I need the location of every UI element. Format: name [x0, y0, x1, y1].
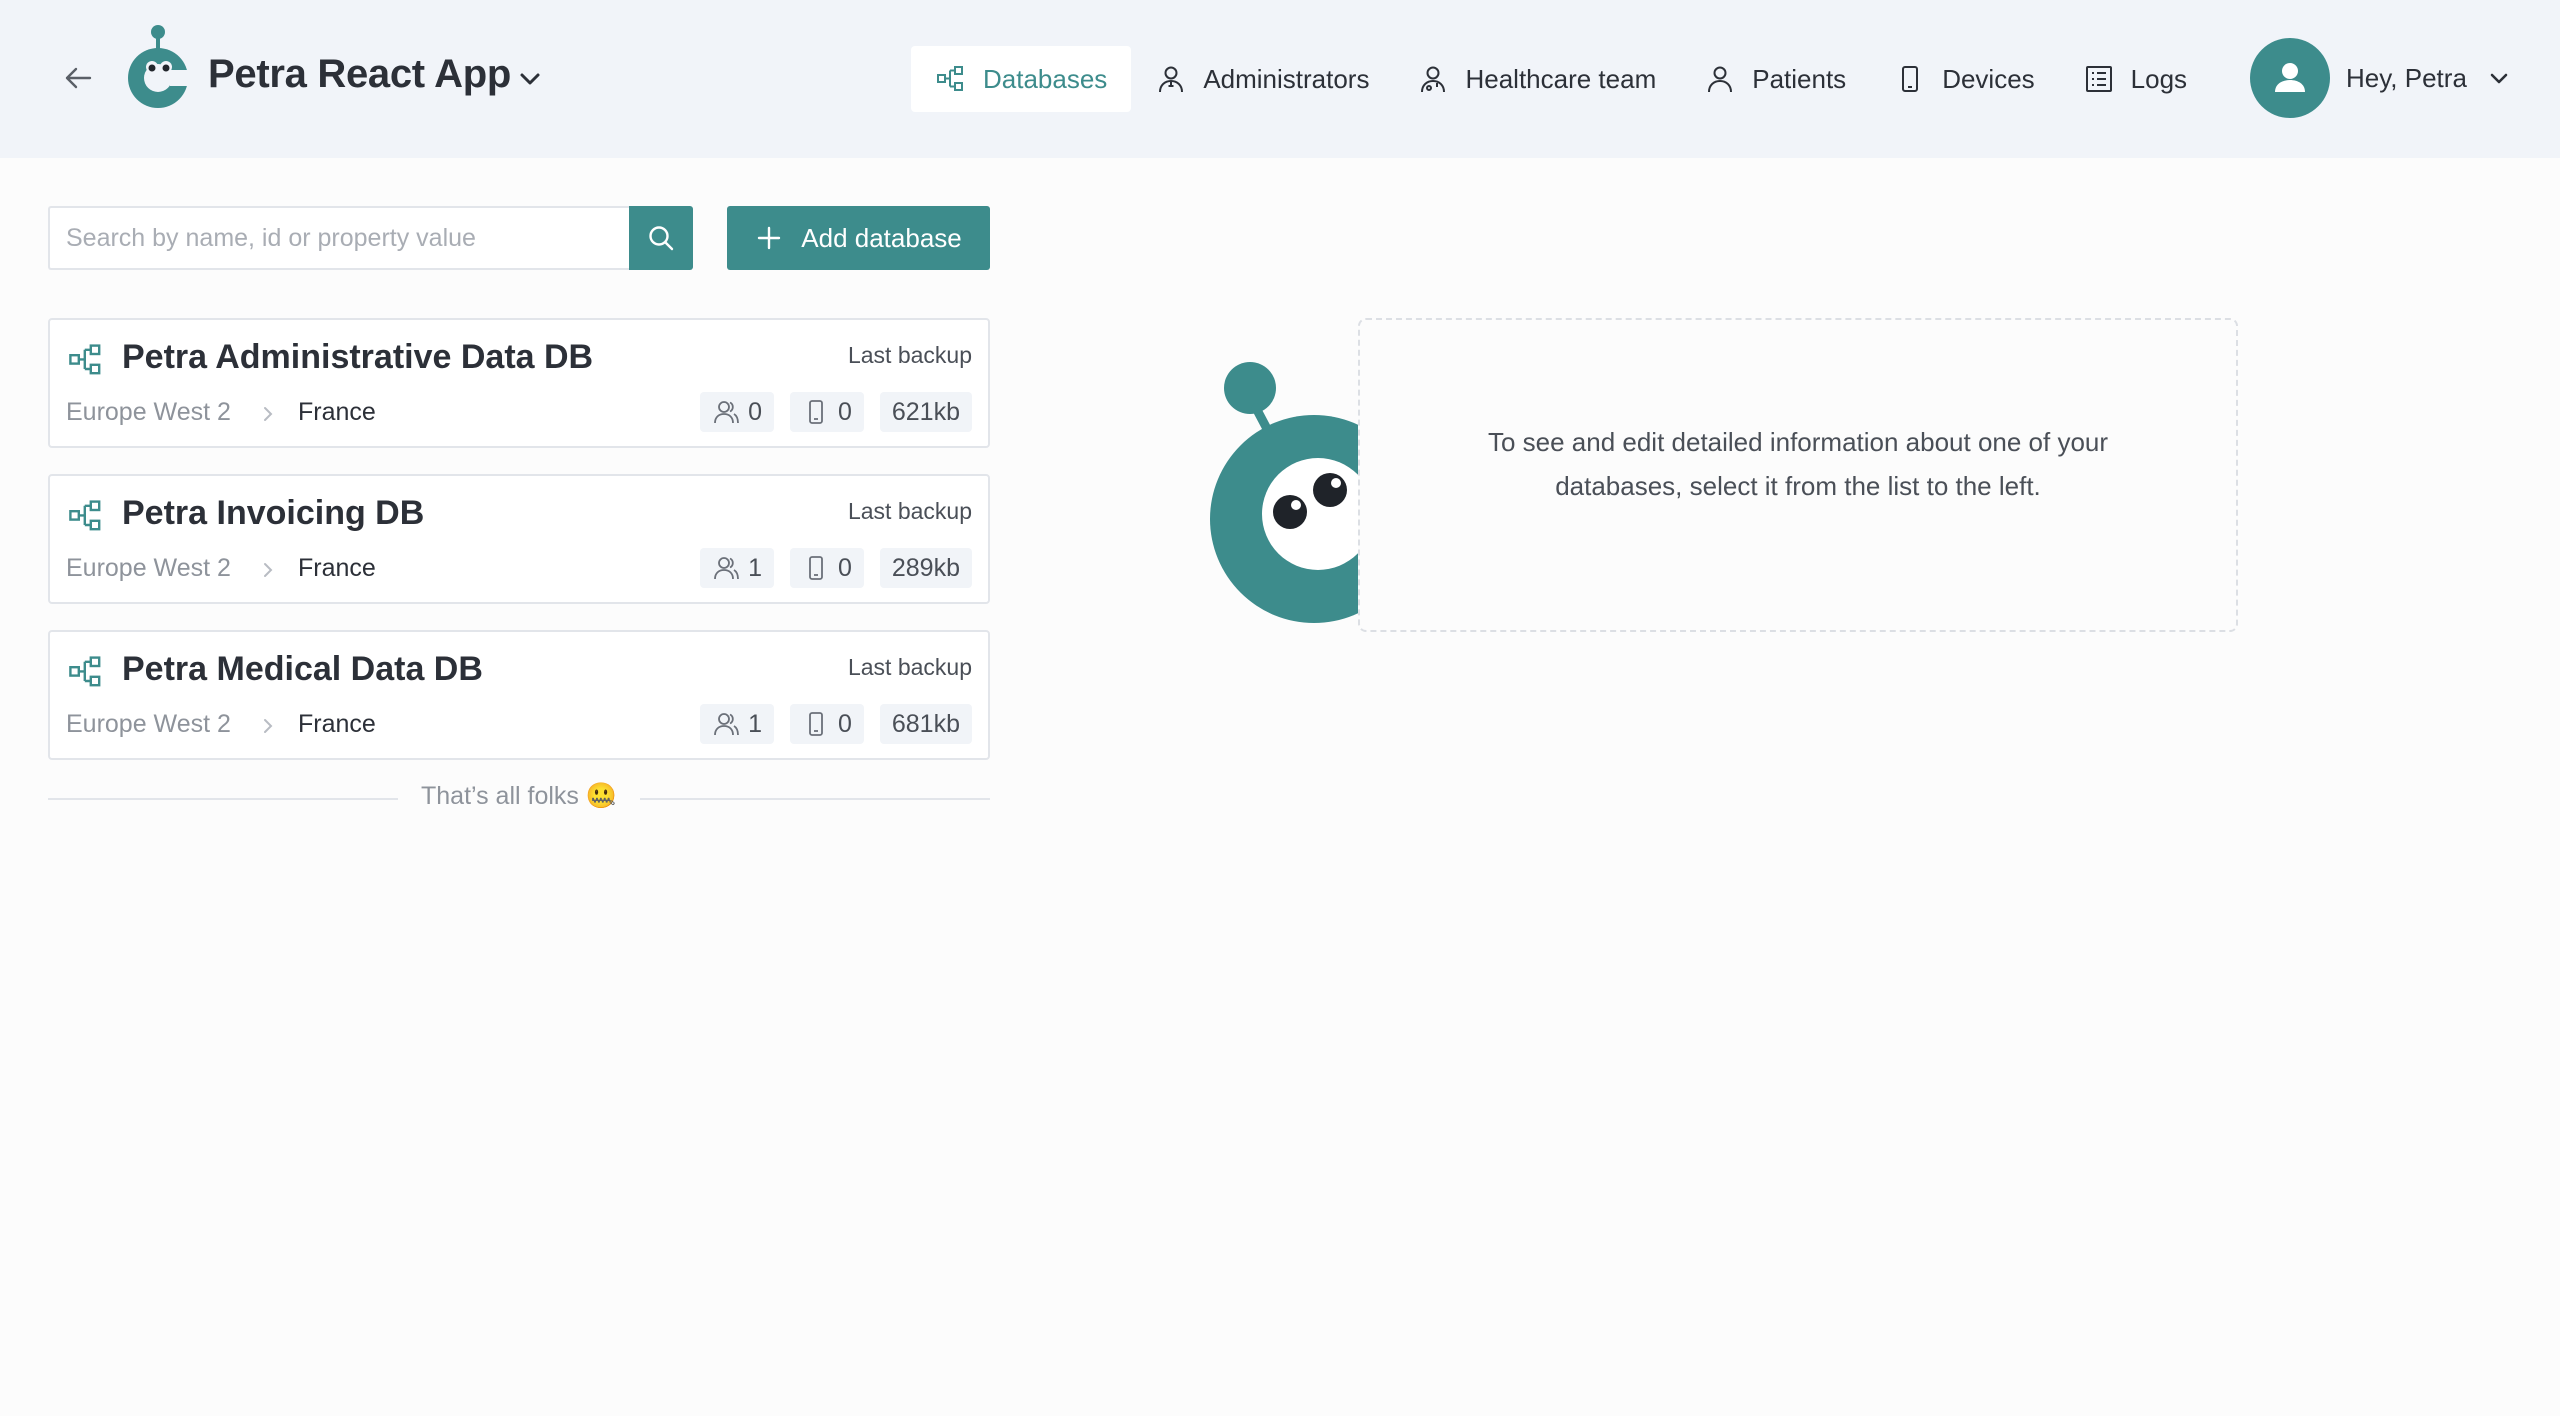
- device-icon: [802, 554, 830, 582]
- mascot-illustration: [1210, 362, 1366, 623]
- users-count: 0: [748, 397, 762, 426]
- last-backup-label: Last backup: [847, 498, 972, 524]
- nav-healthcare-team[interactable]: Healthcare team: [1393, 46, 1680, 112]
- users-icon: [712, 710, 740, 738]
- empty-state-panel: To see and edit detailed information abo…: [1358, 318, 2238, 632]
- patient-icon: [1704, 63, 1736, 95]
- database-size: 621kb: [879, 392, 972, 432]
- database-stats: 1 0 681kb: [684, 704, 972, 744]
- users-icon: [712, 398, 740, 426]
- database-country: France: [298, 554, 376, 582]
- top-bar: Petra React App Databases Administrators: [0, 0, 2560, 158]
- last-backup-label: Last backup: [847, 654, 972, 680]
- nav-label: Databases: [983, 63, 1108, 94]
- users-count: 1: [748, 553, 762, 582]
- database-icon: [69, 656, 101, 687]
- database-name: Petra Invoicing DB: [122, 494, 425, 532]
- list-end-text: That’s all folks 🤐: [48, 782, 990, 811]
- database-card[interactable]: Petra Medical Data DB Last backup Europe…: [48, 630, 990, 760]
- database-size: 289kb: [879, 548, 972, 588]
- nav-label: Healthcare team: [1465, 63, 1657, 94]
- chevron-down-icon[interactable]: [514, 63, 546, 95]
- databases-icon: [935, 63, 967, 95]
- devices-count: 0: [837, 397, 852, 426]
- database-size: 681kb: [879, 704, 972, 744]
- app-logo: [128, 25, 190, 108]
- nav-label: Patients: [1752, 63, 1847, 94]
- users-count-badge: 1: [700, 704, 774, 744]
- empty-state-text: To see and edit detailed information abo…: [1487, 427, 2109, 501]
- devices-count: 0: [837, 709, 852, 738]
- database-icon: [69, 344, 101, 375]
- plus-icon: [758, 226, 781, 250]
- database-region: Europe West 2: [66, 398, 231, 426]
- last-backup-label: Last backup: [847, 342, 972, 368]
- nav-databases[interactable]: Databases: [911, 46, 1132, 112]
- logs-icon: [2083, 63, 2115, 95]
- user-icon: [2275, 63, 2305, 92]
- database-list: Petra Administrative Data DB Last backup…: [48, 318, 990, 786]
- users-count-badge: 0: [700, 392, 774, 432]
- list-end-divider: That’s all folks 🤐: [48, 780, 990, 816]
- nav-patients[interactable]: Patients: [1680, 46, 1870, 112]
- database-name: Petra Medical Data DB: [122, 650, 483, 688]
- administrator-icon: [1155, 63, 1187, 95]
- database-stats: 0 0 621kb: [684, 392, 972, 432]
- devices-count-badge: 0: [789, 704, 864, 744]
- nav-label: Devices: [1942, 63, 2035, 94]
- chevron-right-icon: [264, 563, 273, 577]
- users-icon: [712, 554, 740, 582]
- database-stats: 1 0 289kb: [684, 548, 972, 588]
- nav-administrators[interactable]: Administrators: [1131, 46, 1393, 112]
- app-title: Petra React App: [208, 52, 512, 96]
- back-arrow-icon[interactable]: [56, 56, 100, 100]
- device-icon: [1894, 63, 1926, 95]
- nav-devices[interactable]: Devices: [1870, 46, 2058, 112]
- database-name: Petra Administrative Data DB: [122, 338, 594, 376]
- nav-label: Administrators: [1203, 63, 1370, 94]
- nav-label: Logs: [2130, 63, 2188, 94]
- main-nav: Databases Administrators Healthcare team: [911, 46, 2211, 112]
- database-icon: [69, 500, 101, 531]
- devices-count: 0: [837, 553, 852, 582]
- search-icon: [649, 226, 674, 251]
- search-bar: [48, 206, 693, 270]
- database-region: Europe West 2: [66, 554, 231, 582]
- database-card[interactable]: Petra Administrative Data DB Last backup…: [48, 318, 990, 448]
- user-menu[interactable]: Hey, Petra: [2250, 38, 2513, 118]
- healthcare-team-icon: [1417, 63, 1449, 95]
- users-count: 1: [748, 709, 762, 738]
- chevron-right-icon: [264, 407, 273, 421]
- search-input[interactable]: [48, 206, 629, 270]
- users-count-badge: 1: [700, 548, 774, 588]
- devices-count-badge: 0: [789, 548, 864, 588]
- database-country: France: [298, 398, 376, 426]
- add-database-label: Add database: [801, 222, 962, 253]
- add-database-button[interactable]: Add database: [727, 206, 990, 270]
- database-region: Europe West 2: [66, 710, 231, 738]
- device-icon: [802, 398, 830, 426]
- nav-logs[interactable]: Logs: [2059, 46, 2211, 112]
- chevron-down-icon[interactable]: [2485, 64, 2513, 92]
- database-card[interactable]: Petra Invoicing DB Last backup Europe We…: [48, 474, 990, 604]
- avatar[interactable]: [2250, 38, 2330, 118]
- device-icon: [802, 710, 830, 738]
- search-button[interactable]: [629, 206, 693, 270]
- user-greeting: Hey, Petra: [2346, 62, 2467, 93]
- chevron-right-icon: [264, 719, 273, 733]
- devices-count-badge: 0: [789, 392, 864, 432]
- database-country: France: [298, 710, 376, 738]
